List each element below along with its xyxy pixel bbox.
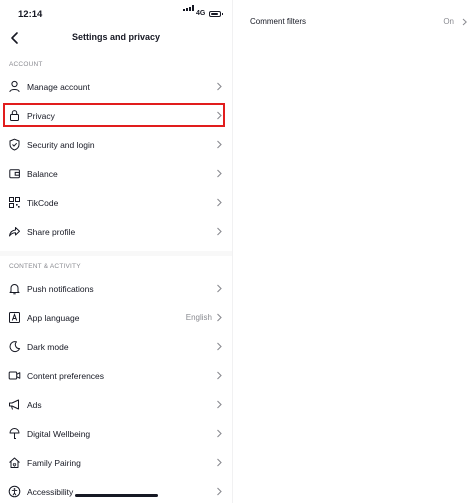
settings-item-value: English (185, 312, 212, 322)
settings-item-label: TikCode (27, 197, 59, 208)
chevron-right-icon (217, 487, 222, 496)
comment-filters-label: Comment filters (250, 17, 307, 26)
settings-item-balance[interactable]: Balance (0, 159, 232, 188)
accessibility-icon (8, 485, 21, 498)
nav-bar: Settings and privacy (0, 28, 232, 48)
settings-item-dark-mode[interactable]: Dark mode (0, 332, 232, 361)
qr-code-icon (9, 197, 20, 208)
megaphone-icon (9, 399, 19, 410)
settings-item-label: Dark mode (27, 341, 69, 352)
comment-filters-row[interactable]: Comment filters On (233, 12, 474, 34)
chevron-right-icon (217, 400, 222, 409)
person-icon (9, 80, 20, 93)
chevron-right-icon (217, 140, 222, 149)
moon-icon (9, 341, 21, 353)
chevron-right-icon (217, 169, 222, 178)
settings-item-label: Manage account (27, 81, 90, 92)
section-divider (0, 251, 232, 256)
settings-item-tikcode[interactable]: TikCode (0, 188, 232, 217)
settings-item-label: Security and login (27, 139, 95, 150)
section-header-account: ACCOUNT (9, 61, 43, 68)
settings-item-label: Balance (27, 168, 58, 179)
chevron-right-icon (462, 18, 467, 26)
home-icon (9, 457, 20, 468)
settings-item-manage-account[interactable]: Manage account (0, 72, 232, 101)
settings-item-content-preferences[interactable]: Content preferences (0, 361, 232, 390)
chevron-right-icon (217, 227, 222, 236)
settings-item-label: Ads (27, 399, 42, 410)
chevron-right-icon (217, 371, 222, 380)
settings-item-push-notifications[interactable]: Push notifications (0, 274, 232, 303)
chevron-right-icon (217, 284, 222, 293)
home-indicator (75, 494, 158, 497)
settings-item-family-pairing[interactable]: Family Pairing (0, 448, 232, 477)
video-icon (8, 371, 21, 380)
chevron-right-icon (217, 198, 222, 207)
shield-icon (9, 138, 20, 151)
chevron-right-icon (217, 429, 222, 438)
settings-item-label: Share profile (27, 226, 76, 237)
settings-item-label: Accessibility (27, 486, 74, 497)
settings-item-accessibility[interactable]: Accessibility (0, 477, 232, 503)
settings-item-digital-wellbeing[interactable]: Digital Wellbeing (0, 419, 232, 448)
status-time: 12:14 (18, 9, 43, 20)
settings-item-label: App language (27, 312, 80, 323)
chevron-right-icon (217, 82, 222, 91)
battery-icon (209, 11, 223, 17)
network-label: 4G (196, 10, 206, 17)
page-title: Settings and privacy (71, 32, 161, 42)
status-bar: 12:14 4G (0, 0, 232, 28)
bell-icon (9, 284, 20, 295)
language-icon (9, 312, 20, 323)
wallet-icon (9, 169, 20, 179)
settings-item-label: Push notifications (27, 283, 94, 294)
chevron-right-icon (217, 458, 222, 467)
panel-divider (232, 0, 233, 503)
chevron-right-icon (217, 313, 222, 322)
settings-item-app-language[interactable]: App language English (0, 303, 232, 332)
settings-item-label: Content preferences (27, 370, 105, 381)
settings-item-label: Family Pairing (27, 457, 81, 468)
comment-filters-value: On (443, 17, 454, 26)
settings-item-label: Digital Wellbeing (27, 428, 91, 439)
section-header-content-activity: CONTENT & ACTIVITY (9, 263, 81, 270)
settings-item-ads[interactable]: Ads (0, 390, 232, 419)
settings-item-share-profile[interactable]: Share profile (0, 217, 232, 246)
wellbeing-icon (9, 428, 20, 439)
settings-item-security[interactable]: Security and login (0, 130, 232, 159)
chevron-right-icon (217, 342, 222, 351)
settings-screen: 12:14 4G Settings and privacy ACCOUNT Ma… (0, 0, 232, 503)
share-icon (9, 227, 20, 237)
privacy-highlight-box (3, 103, 225, 127)
